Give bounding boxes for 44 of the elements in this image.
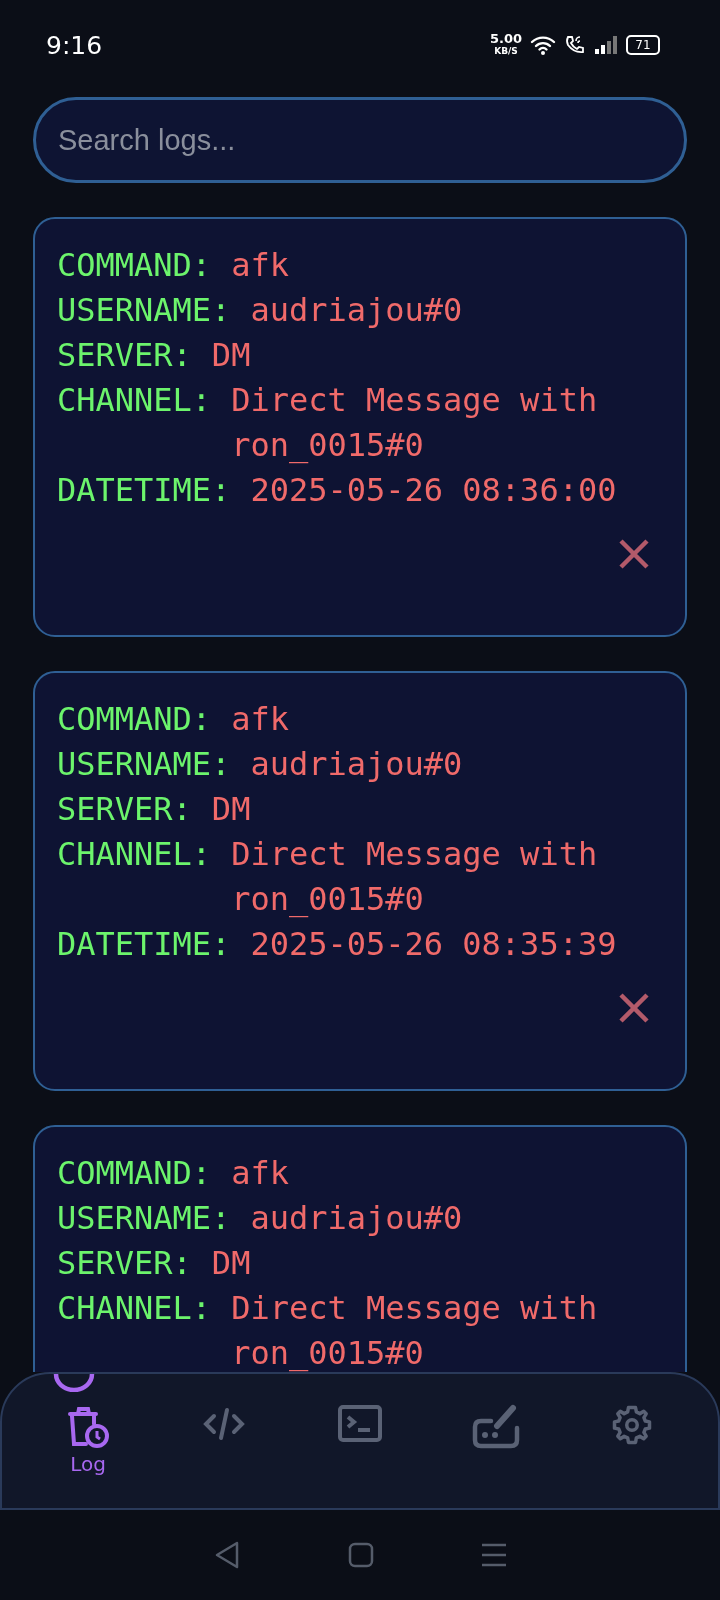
field-label: DATETIME: <box>57 470 231 511</box>
field-label: COMMAND: <box>57 699 212 740</box>
field-label: SERVER: <box>57 789 192 830</box>
field-label: SERVER: <box>57 335 192 376</box>
field-label: CHANNEL: <box>57 834 212 875</box>
field-value: audriajou#0 <box>250 744 463 785</box>
field-value: audriajou#0 <box>250 290 463 331</box>
close-button[interactable] <box>617 991 651 1025</box>
field-value: Direct Message with ron_0015#0 <box>231 380 599 466</box>
terminal-icon <box>337 1404 383 1444</box>
field-value: audriajou#0 <box>250 1198 463 1239</box>
robot-pen-icon <box>471 1404 521 1450</box>
search-field[interactable]: Search logs... <box>33 97 687 183</box>
field-value: DM <box>211 1243 251 1284</box>
field-label: USERNAME: <box>57 744 231 785</box>
field-label: COMMAND: <box>57 245 212 286</box>
field-value: 2025-05-26 08:36:00 <box>250 470 617 511</box>
field-value: afk <box>231 1153 289 1194</box>
nav-tab[interactable]: Log <box>48 1404 128 1476</box>
field-label: DATETIME: <box>57 924 231 965</box>
field-label: SERVER: <box>57 1243 192 1284</box>
field-value: Direct Message with ron_0015#0 <box>231 834 599 920</box>
network-speed: 5.00 KB/S <box>489 33 522 57</box>
settings-icon <box>611 1404 653 1446</box>
field-value: Direct Message with ron_0015#0 <box>231 1288 599 1372</box>
field-value: afk <box>231 699 289 740</box>
field-value: 2025-05-26 08:35:39 <box>250 924 617 965</box>
battery-icon: 71 <box>626 35 660 55</box>
field-label: CHANNEL: <box>57 380 212 421</box>
field-value: afk <box>231 245 289 286</box>
field-label: CHANNEL: <box>57 1288 212 1329</box>
arc-icon <box>53 1372 95 1392</box>
field-label: COMMAND: <box>57 1153 212 1194</box>
field-label: USERNAME: <box>57 290 231 331</box>
field-value: DM <box>211 335 251 376</box>
status-time: 9:16 <box>46 30 103 60</box>
field-value: DM <box>211 789 251 830</box>
phone-icon <box>564 35 586 55</box>
close-button[interactable] <box>617 537 651 571</box>
signal-icon <box>594 35 618 55</box>
home-icon[interactable] <box>348 1542 374 1568</box>
wifi-icon <box>530 35 556 55</box>
menu-icon[interactable] <box>480 1543 507 1567</box>
field-label: USERNAME: <box>57 1198 231 1239</box>
